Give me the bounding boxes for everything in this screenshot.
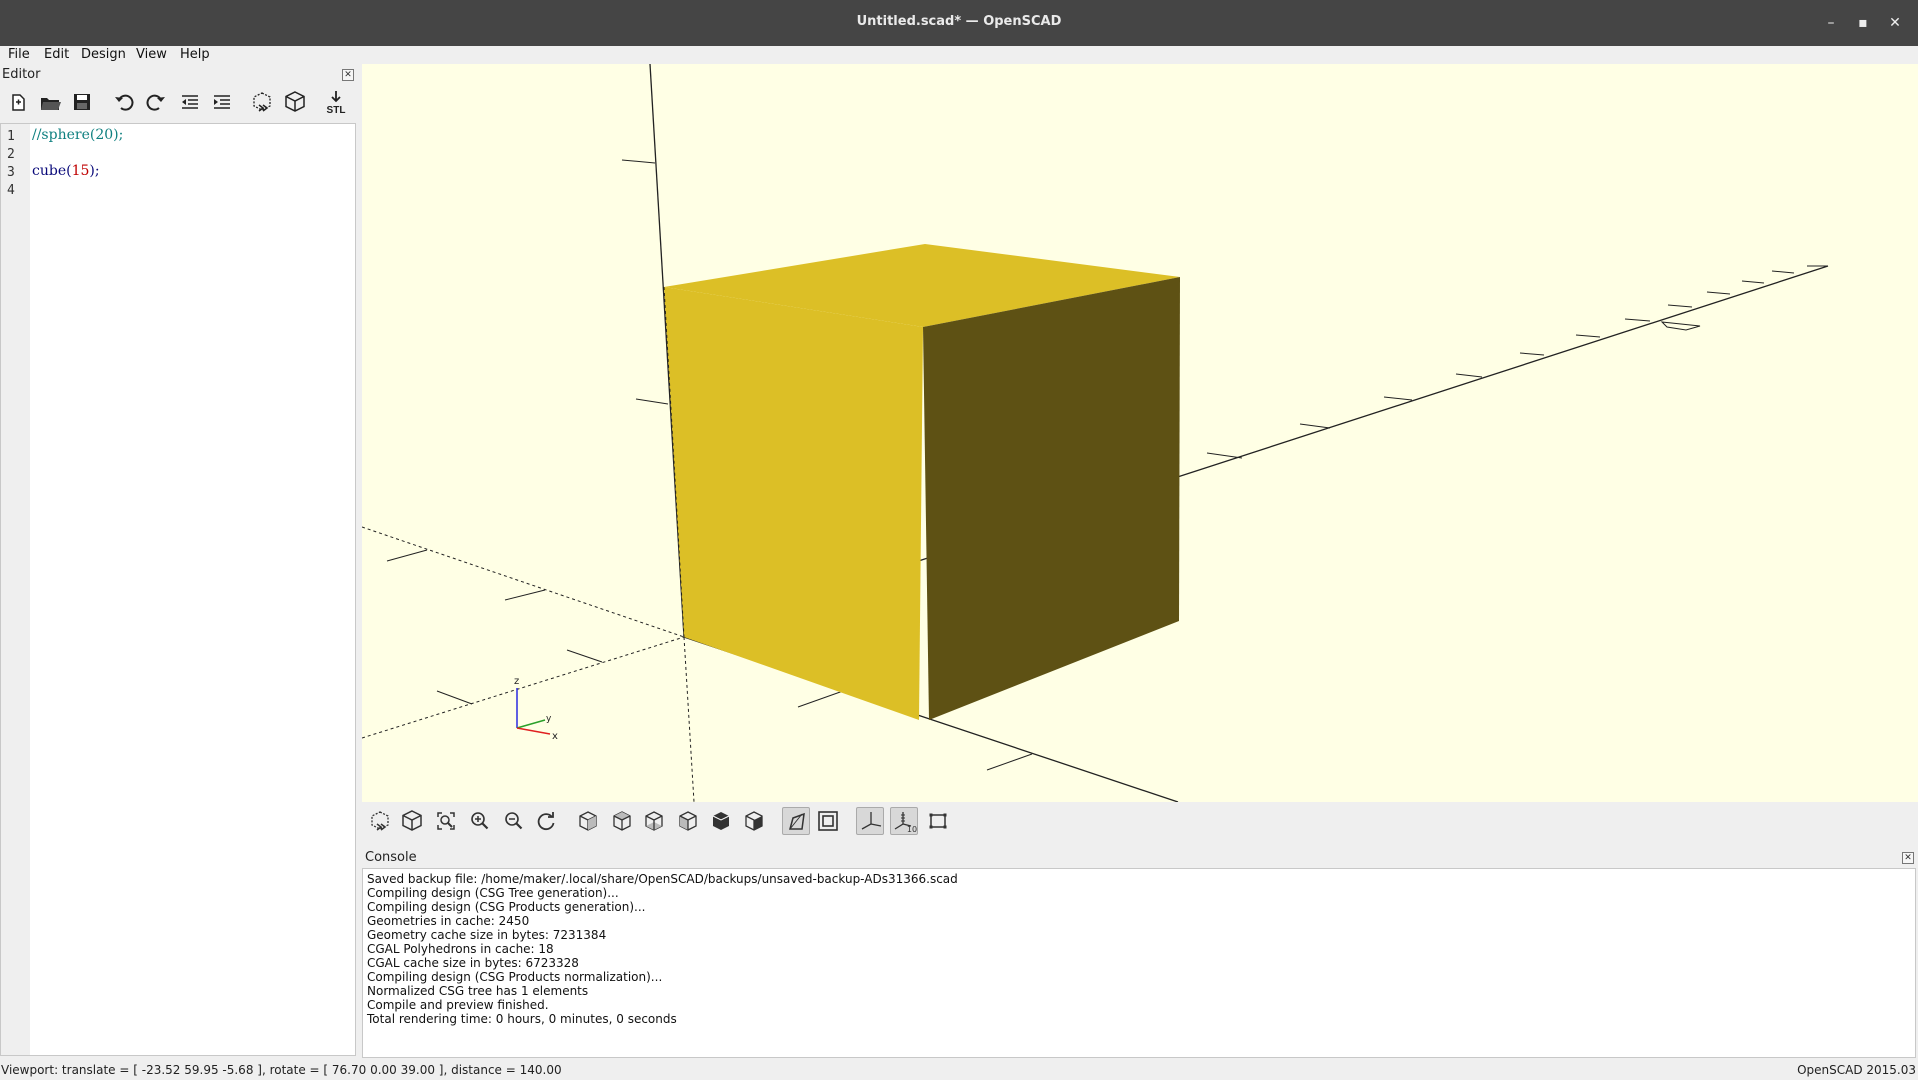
menu-view[interactable]: View bbox=[136, 47, 167, 62]
code-line-3: cube(15); bbox=[32, 163, 100, 179]
indent-icon[interactable] bbox=[208, 88, 236, 116]
console-line: CGAL cache size in bytes: 6723328 bbox=[367, 956, 579, 970]
console-close-button[interactable]: ✕ bbox=[1902, 852, 1914, 864]
line-number: 3 bbox=[7, 165, 15, 180]
console-line: Compiling design (CSG Tree generation)..… bbox=[367, 886, 619, 900]
console-line: Geometry cache size in bytes: 7231384 bbox=[367, 928, 607, 942]
save-file-icon[interactable] bbox=[68, 88, 96, 116]
console-title: Console bbox=[365, 850, 417, 865]
console-output[interactable]: Saved backup file: /home/maker/.local/sh… bbox=[362, 868, 1916, 1058]
minimize-button[interactable]: – bbox=[1820, 12, 1842, 34]
code-editor[interactable]: 1 2 3 4 //sphere(20); cube(15); bbox=[0, 123, 356, 1056]
code-function: cube( bbox=[32, 163, 72, 179]
console-line: Compiling design (CSG Products normaliza… bbox=[367, 970, 663, 984]
unindent-icon[interactable] bbox=[176, 88, 204, 116]
gizmo-z-label: z bbox=[514, 676, 519, 687]
menu-design[interactable]: Design bbox=[81, 47, 126, 62]
gizmo-x-label: x bbox=[552, 731, 558, 742]
axis-gizmo: z y x bbox=[514, 676, 558, 742]
scale-label: 10 bbox=[907, 825, 917, 834]
editor-panel: Editor ✕ STL 1 2 3 4 //sphere(20); cube(… bbox=[0, 64, 360, 1058]
zoom-in-icon[interactable] bbox=[466, 807, 494, 835]
view-front-icon[interactable] bbox=[707, 807, 735, 835]
undo-icon[interactable] bbox=[110, 88, 138, 116]
view-bottom-icon[interactable] bbox=[640, 807, 668, 835]
view-left-icon[interactable] bbox=[674, 807, 702, 835]
code-punct: ); bbox=[89, 163, 100, 179]
line-number-gutter: 1 2 3 4 bbox=[1, 124, 30, 1055]
status-bar: Viewport: translate = [ -23.52 59.95 -5.… bbox=[0, 1060, 1918, 1080]
code-comment: //sphere(20); bbox=[32, 127, 124, 143]
export-stl-icon[interactable]: STL bbox=[322, 88, 350, 116]
console-line: Normalized CSG tree has 1 elements bbox=[367, 984, 589, 998]
console-line: Compile and preview finished. bbox=[367, 998, 549, 1012]
console-line: Compiling design (CSG Products generatio… bbox=[367, 900, 646, 914]
console-panel: Console ✕ Saved backup file: /home/maker… bbox=[362, 848, 1918, 1058]
cube-front-face bbox=[664, 287, 923, 720]
menu-file[interactable]: File bbox=[8, 47, 30, 62]
view-all-icon[interactable] bbox=[432, 807, 460, 835]
preview-icon[interactable] bbox=[248, 88, 276, 116]
editor-title: Editor bbox=[2, 67, 41, 82]
console-line: Geometries in cache: 2450 bbox=[367, 914, 530, 928]
preview-icon[interactable] bbox=[366, 807, 394, 835]
code-line-1: //sphere(20); bbox=[32, 127, 123, 143]
view-right-icon[interactable] bbox=[574, 807, 602, 835]
close-window-button[interactable]: ✕ bbox=[1884, 12, 1906, 34]
view-top-icon[interactable] bbox=[608, 807, 636, 835]
cube-side-face bbox=[923, 277, 1180, 720]
redo-icon[interactable] bbox=[142, 88, 170, 116]
render-icon[interactable] bbox=[398, 807, 426, 835]
console-line: Total rendering time: 0 hours, 0 minutes… bbox=[367, 1012, 677, 1026]
version-status: OpenSCAD 2015.03 bbox=[1797, 1063, 1916, 1077]
stl-label: STL bbox=[327, 105, 346, 116]
line-number: 4 bbox=[7, 183, 15, 198]
title-bar: Untitled.scad* — OpenSCAD – ▪ ✕ bbox=[0, 0, 1918, 46]
line-number: 2 bbox=[7, 147, 15, 162]
show-scale-markers-icon[interactable]: 10 bbox=[890, 807, 918, 835]
view-toolbar: 10 bbox=[362, 802, 1918, 840]
negative-z-axis bbox=[683, 636, 695, 802]
menu-edit[interactable]: Edit bbox=[44, 47, 69, 62]
negative-axis-ticks bbox=[386, 549, 603, 705]
perspective-icon[interactable] bbox=[782, 807, 810, 835]
show-edges-icon[interactable] bbox=[924, 807, 952, 835]
console-line: Saved backup file: /home/maker/.local/sh… bbox=[367, 872, 958, 886]
editor-close-button[interactable]: ✕ bbox=[342, 69, 354, 81]
show-axes-icon[interactable] bbox=[856, 807, 884, 835]
reset-view-icon[interactable] bbox=[532, 807, 560, 835]
3d-viewport[interactable]: z y x bbox=[362, 64, 1918, 802]
menu-bar: File Edit Design View Help bbox=[0, 46, 1918, 64]
render-icon[interactable] bbox=[281, 88, 309, 116]
negative-y-axis bbox=[362, 636, 685, 739]
line-number: 1 bbox=[7, 129, 15, 144]
open-file-icon[interactable] bbox=[36, 88, 64, 116]
new-file-icon[interactable] bbox=[4, 88, 32, 116]
negative-x-axis bbox=[362, 526, 685, 638]
gizmo-y-label: y bbox=[546, 714, 552, 724]
maximize-button[interactable]: ▪ bbox=[1852, 12, 1874, 34]
scene-canvas: z y x bbox=[362, 64, 1829, 802]
menu-help[interactable]: Help bbox=[180, 47, 210, 62]
window-title: Untitled.scad* — OpenSCAD bbox=[856, 14, 1062, 29]
viewport-status: Viewport: translate = [ -23.52 59.95 -5.… bbox=[1, 1063, 562, 1077]
orthogonal-icon[interactable] bbox=[814, 807, 842, 835]
axis-label-glyph bbox=[1660, 321, 1701, 331]
console-line: CGAL Polyhedrons in cache: 18 bbox=[367, 942, 554, 956]
zoom-out-icon[interactable] bbox=[500, 807, 528, 835]
code-number: 15 bbox=[71, 163, 90, 179]
view-back-icon[interactable] bbox=[740, 807, 768, 835]
